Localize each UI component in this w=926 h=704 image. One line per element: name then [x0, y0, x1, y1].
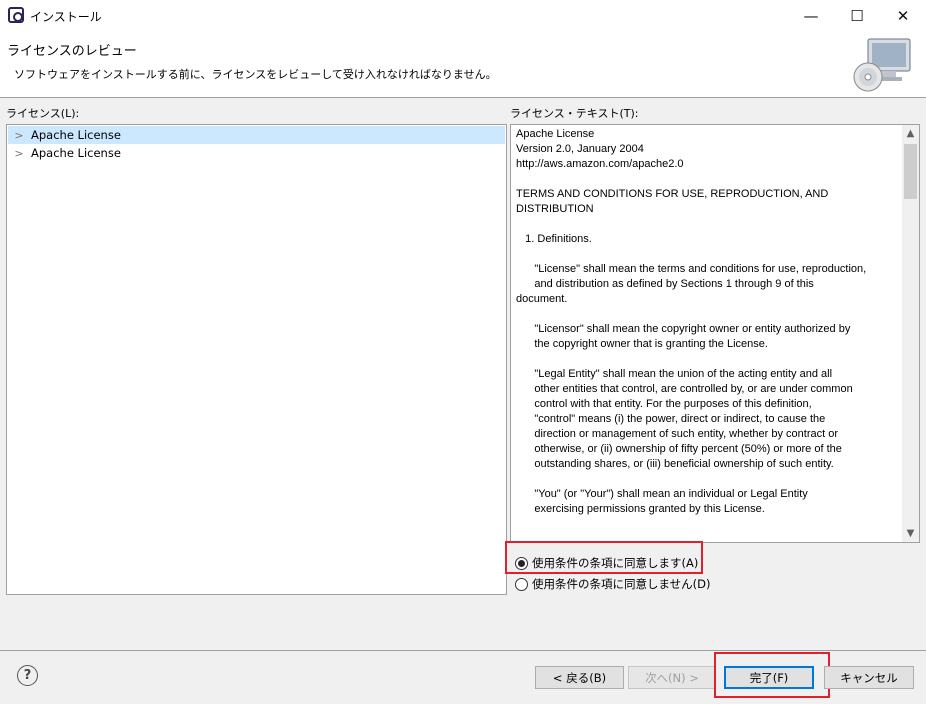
back-button[interactable]: < 戻る(B): [535, 666, 624, 689]
accept-label[interactable]: 使用条件の条項に同意します(A): [532, 555, 698, 571]
chevron-right-icon[interactable]: >: [8, 129, 26, 142]
vertical-scrollbar[interactable]: ▲ ▼: [902, 125, 919, 542]
accept-radio-option[interactable]: 使用条件の条項に同意します(A): [515, 555, 698, 571]
next-button[interactable]: 次へ(N) >: [628, 666, 716, 689]
scroll-up-icon[interactable]: ▲: [902, 125, 919, 142]
minimize-button[interactable]: —: [788, 0, 834, 31]
close-button[interactable]: ✕: [880, 0, 926, 31]
licenses-label: ライセンス(L):: [6, 107, 80, 120]
chevron-right-icon[interactable]: >: [8, 147, 26, 160]
tree-item-apache-license-2[interactable]: > Apache License: [8, 144, 505, 162]
help-icon[interactable]: ?: [17, 665, 38, 686]
title-bar: インストール — ☐ ✕: [0, 0, 926, 31]
wizard-header: ライセンスのレビュー ソフトウェアをインストールする前に、ライセンスをレビューし…: [0, 31, 926, 98]
decline-label[interactable]: 使用条件の条項に同意しません(D): [532, 576, 710, 592]
scroll-thumb[interactable]: [904, 144, 917, 199]
tree-item-label: Apache License: [31, 146, 121, 160]
license-text-area[interactable]: Apache License Version 2.0, January 2004…: [510, 124, 920, 543]
decline-radio-option[interactable]: 使用条件の条項に同意しません(D): [515, 576, 710, 592]
tree-item-label: Apache License: [31, 128, 121, 142]
window-title: インストール: [30, 10, 102, 24]
eclipse-app-icon: [8, 7, 24, 23]
install-computer-icon: [853, 38, 911, 92]
accept-radio[interactable]: [515, 556, 528, 570]
page-description: ソフトウェアをインストールする前に、ライセンスをレビューして受け入れなければなり…: [14, 68, 497, 81]
license-text-content: Apache License Version 2.0, January 2004…: [516, 128, 867, 515]
license-text-label: ライセンス・テキスト(T):: [510, 107, 639, 120]
maximize-button[interactable]: ☐: [834, 0, 880, 31]
finish-button[interactable]: 完了(F): [724, 666, 814, 689]
licenses-tree[interactable]: > Apache License > Apache License: [6, 124, 507, 595]
cancel-button[interactable]: キャンセル: [824, 666, 914, 689]
tree-item-apache-license-1[interactable]: > Apache License: [8, 126, 505, 144]
footer-separator: [0, 650, 926, 651]
page-title: ライセンスのレビュー: [7, 44, 137, 59]
scroll-down-icon[interactable]: ▼: [902, 525, 919, 542]
decline-radio[interactable]: [515, 577, 528, 591]
